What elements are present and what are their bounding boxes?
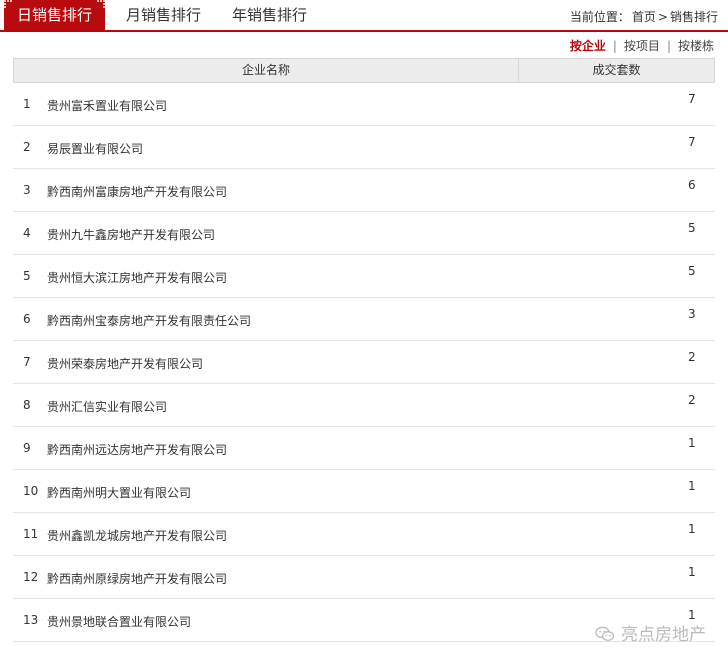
table-row: 6 黔西南州宝泰房地产开发有限责任公司 3 <box>13 298 715 341</box>
row-rank: 11 <box>23 527 39 541</box>
row-rank: 10 <box>23 484 39 498</box>
breadcrumb-separator: > <box>657 10 668 24</box>
sort-by-building[interactable]: 按楼栋 <box>678 37 714 54</box>
tab-bar: 日销售排行 月销售排行 年销售排行 当前位置： 首页 > 销售排行 <box>0 0 728 32</box>
tab-yearly-sales[interactable]: 年销售排行 <box>232 0 307 30</box>
breadcrumb-current: 销售排行 <box>669 10 718 24</box>
deal-count: 2 <box>688 393 696 407</box>
row-rank: 4 <box>23 226 31 240</box>
breadcrumb-prefix: 当前位置： <box>569 10 630 24</box>
company-name[interactable]: 贵州汇信实业有限公司 <box>47 398 167 415</box>
row-rank: 5 <box>23 269 31 283</box>
breadcrumb-home-link[interactable]: 首页 <box>632 10 656 24</box>
company-name[interactable]: 易辰置业有限公司 <box>47 140 143 157</box>
row-rank: 8 <box>23 398 31 412</box>
row-rank: 1 <box>23 97 31 111</box>
company-name[interactable]: 黔西南州原绿房地产开发有限公司 <box>47 570 227 587</box>
company-name[interactable]: 贵州荣泰房地产开发有限公司 <box>47 355 203 372</box>
row-rank: 6 <box>23 312 31 326</box>
company-name[interactable]: 黔西南州富康房地产开发有限公司 <box>47 183 227 200</box>
tab-daily-sales[interactable]: 日销售排行 <box>4 0 105 30</box>
deal-count: 2 <box>688 350 696 364</box>
breadcrumb: 当前位置： 首页 > 销售排行 <box>570 8 720 25</box>
deal-count: 1 <box>688 522 696 536</box>
deal-count: 5 <box>688 221 696 235</box>
row-rank: 13 <box>23 613 39 627</box>
deal-count: 3 <box>688 307 696 321</box>
watermark-text: 亮点房地产 <box>621 625 706 645</box>
table-header: 企业名称 成交套数 <box>13 58 715 83</box>
table-row: 1 贵州富禾置业有限公司 7 <box>13 83 715 126</box>
deal-count: 7 <box>688 135 696 149</box>
company-name[interactable]: 贵州鑫凯龙城房地产开发有限公司 <box>47 527 227 544</box>
table-row: 11 贵州鑫凯龙城房地产开发有限公司 1 <box>13 513 715 556</box>
sort-by-project[interactable]: 按项目 <box>624 37 660 54</box>
wechat-icon <box>595 626 615 642</box>
sort-separator: | <box>666 39 671 53</box>
row-rank: 2 <box>23 140 31 154</box>
sort-separator: | <box>612 39 617 53</box>
company-name[interactable]: 贵州九牛鑫房地产开发有限公司 <box>47 226 215 243</box>
watermark: 亮点房地产 <box>595 620 706 645</box>
table-row: 5 贵州恒大滨江房地产开发有限公司 5 <box>13 255 715 298</box>
company-name[interactable]: 黔西南州明大置业有限公司 <box>47 484 191 501</box>
company-name[interactable]: 贵州富禾置业有限公司 <box>47 97 167 114</box>
row-rank: 7 <box>23 355 31 369</box>
table-row: 9 黔西南州远达房地产开发有限公司 1 <box>13 427 715 470</box>
sort-by-company[interactable]: 按企业 <box>570 37 606 54</box>
deal-count: 1 <box>688 565 696 579</box>
row-rank: 12 <box>23 570 39 584</box>
company-name[interactable]: 黔西南州远达房地产开发有限公司 <box>47 441 227 458</box>
company-name[interactable]: 黔西南州宝泰房地产开发有限责任公司 <box>47 312 251 329</box>
deal-count: 6 <box>688 178 696 192</box>
deal-count: 1 <box>688 436 696 450</box>
row-rank: 9 <box>23 441 31 455</box>
ranking-table: 1 贵州富禾置业有限公司 7 2 易辰置业有限公司 7 3 黔西南州富康房地产开… <box>13 83 715 642</box>
deal-count: 5 <box>688 264 696 278</box>
table-row: 4 贵州九牛鑫房地产开发有限公司 5 <box>13 212 715 255</box>
sort-options: 按企业 | 按项目 | 按楼栋 <box>570 37 714 54</box>
tab-monthly-sales[interactable]: 月销售排行 <box>126 0 201 30</box>
table-row: 12 黔西南州原绿房地产开发有限公司 1 <box>13 556 715 599</box>
company-name[interactable]: 贵州恒大滨江房地产开发有限公司 <box>47 269 227 286</box>
company-name[interactable]: 贵州景地联合置业有限公司 <box>47 613 191 630</box>
column-header-deal-count: 成交套数 <box>592 63 641 77</box>
row-rank: 3 <box>23 183 31 197</box>
table-row: 10 黔西南州明大置业有限公司 1 <box>13 470 715 513</box>
deal-count: 1 <box>688 479 696 493</box>
table-row: 7 贵州荣泰房地产开发有限公司 2 <box>13 341 715 384</box>
column-header-company: 企业名称 <box>14 59 519 82</box>
table-row: 3 黔西南州富康房地产开发有限公司 6 <box>13 169 715 212</box>
table-row: 2 易辰置业有限公司 7 <box>13 126 715 169</box>
table-row: 8 贵州汇信实业有限公司 2 <box>13 384 715 427</box>
deal-count: 7 <box>688 92 696 106</box>
